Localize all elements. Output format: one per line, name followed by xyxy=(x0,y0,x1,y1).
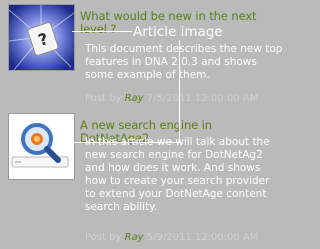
post-date: 7/5/2011 12:00:00 AM xyxy=(146,93,259,104)
posted-by-label: Post by xyxy=(85,93,122,104)
article-thumbnail[interactable] xyxy=(8,113,75,180)
article-thumbnail[interactable]: ? xyxy=(8,4,75,71)
article-meta: Post by Ray 5/9/2011 12:00:00 AM xyxy=(85,232,285,244)
help-question-mark-icon: ? xyxy=(9,5,74,70)
search-magnifier-icon xyxy=(9,114,74,179)
article-meta: Post by Ray 7/5/2011 12:00:00 AM xyxy=(85,93,285,105)
posted-by-label: Post by xyxy=(85,232,122,243)
callout-line-vertical xyxy=(179,40,180,143)
author-link[interactable]: Ray xyxy=(125,232,144,243)
post-date: 5/9/2011 12:00:00 AM xyxy=(146,232,259,243)
callout-label: Article image xyxy=(133,24,223,40)
callout-line-horizontal xyxy=(72,31,132,32)
callout-line-bottom xyxy=(74,142,180,143)
article-description: This document describes the new top feat… xyxy=(85,43,283,81)
article-description: In this article we will talk about the n… xyxy=(85,136,270,213)
author-link[interactable]: Ray xyxy=(125,93,144,104)
